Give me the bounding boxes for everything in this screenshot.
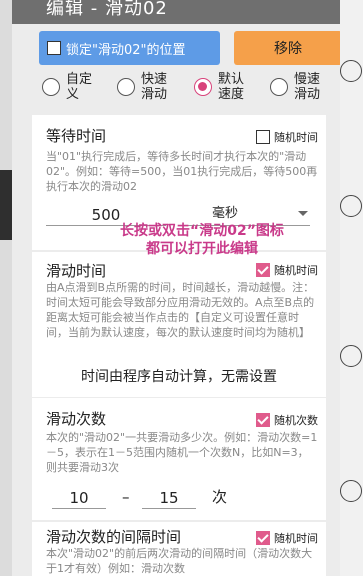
checkbox[interactable] bbox=[256, 413, 270, 427]
interval-card: 滑动次数的间隔时间 随机时间 本次"滑动02"的前后两次滑动的间隔时间（滑动次数… bbox=[32, 522, 326, 576]
slide-count-title: 滑动次数 bbox=[46, 410, 107, 428]
slide-count-card: 滑动次数 随机次数 本次的"滑动02"一共要滑动多少次。例如：滑动次数=1－5，… bbox=[32, 398, 326, 520]
radio-dot[interactable] bbox=[42, 78, 60, 96]
radio-dot[interactable] bbox=[270, 78, 288, 96]
checkbox-label: 随机次数 bbox=[274, 414, 318, 427]
hint-line-1: 长按或双击“滑动02”图标 bbox=[120, 223, 284, 239]
slide-time-description: 由A点滑到B点所需的时间，时间越长，滑动越慢。注：时间太短可能会导致部分应用滑动… bbox=[46, 281, 315, 339]
dialog-title: 编辑 - 滑动02 bbox=[46, 0, 168, 19]
checkbox-label: 随机时间 bbox=[274, 532, 318, 545]
interval-title: 滑动次数的间隔时间 bbox=[46, 528, 182, 546]
interval-description: 本次"滑动02"的前后两次滑动的间隔时间（滑动次数大于1才有效）例如：滑动次数 bbox=[46, 547, 313, 575]
remove-button[interactable]: 移除 bbox=[234, 31, 340, 65]
range-dash: – bbox=[122, 488, 130, 506]
radio-fast[interactable]: 快速 滑动 bbox=[117, 72, 167, 102]
slide-count-random-checkbox[interactable]: 随机次数 bbox=[256, 412, 318, 428]
radio-dot[interactable] bbox=[117, 78, 135, 96]
interval-random-checkbox[interactable]: 随机时间 bbox=[256, 530, 318, 546]
checkbox[interactable] bbox=[256, 130, 270, 144]
lock-position-label: 锁定"滑动02"的位置 bbox=[66, 42, 186, 58]
checkbox-label: 随机时间 bbox=[274, 131, 318, 144]
wait-random-checkbox[interactable]: 随机时间 bbox=[256, 129, 318, 145]
radio-custom[interactable]: 自定义 bbox=[42, 72, 92, 102]
radio-dot-selected[interactable] bbox=[194, 78, 212, 96]
checkbox[interactable] bbox=[256, 263, 270, 277]
radio-slow[interactable]: 慢速 滑动 bbox=[270, 72, 320, 102]
slide-count-description: 本次的"滑动02"一共要滑动多少次。例如：滑动次数=1－5，表示在1－5范围内随… bbox=[46, 431, 318, 474]
chevron-down-icon bbox=[298, 211, 308, 216]
radio-label: 快速 滑动 bbox=[141, 72, 168, 102]
wait-unit-value: 毫秒 bbox=[212, 206, 239, 221]
background-app-edge bbox=[0, 170, 12, 240]
wait-time-description: 当"01"执行完成后，等待多长时间才执行本次的"滑动02"。例如：等待=500，… bbox=[46, 150, 318, 193]
slide-time-auto-text: 时间由程序自动计算，无需设置 bbox=[81, 369, 277, 385]
edit-dialog: 编辑 - 滑动02 锁定"滑动02"的位置 移除 自定义 快速 滑动 默认 速度 慢… bbox=[12, 0, 340, 576]
background-marker-icon bbox=[340, 60, 362, 82]
background-marker-icon bbox=[340, 345, 362, 367]
radio-default[interactable]: 默认 速度 bbox=[194, 72, 244, 102]
slide-count-unit: 次 bbox=[212, 488, 228, 506]
slide-time-title: 滑动时间 bbox=[46, 262, 107, 280]
background-marker-icon bbox=[340, 480, 362, 502]
hint-line-2: 都可以打开此编辑 bbox=[146, 241, 258, 257]
slide-count-max-input[interactable]: 15 bbox=[142, 488, 196, 509]
slide-time-card: 滑动时间 随机时间 由A点滑到B点所需的时间，时间越长，滑动越慢。注：时间太短可… bbox=[32, 252, 326, 397]
speed-radio-group: 自定义 快速 滑动 默认 速度 慢速 滑动 bbox=[42, 72, 340, 108]
lock-checkbox[interactable] bbox=[47, 41, 61, 55]
radio-label: 自定义 bbox=[66, 72, 93, 102]
wait-time-title: 等待时间 bbox=[46, 127, 107, 145]
lock-position-button[interactable]: 锁定"滑动02"的位置 bbox=[39, 31, 220, 65]
slide-count-min-input[interactable]: 10 bbox=[52, 488, 106, 509]
edit-hint-overlay: 长按或双击“滑动02”图标 都可以打开此编辑 bbox=[72, 222, 332, 258]
checkbox[interactable] bbox=[256, 531, 270, 545]
radio-label: 默认 速度 bbox=[218, 72, 245, 102]
checkbox-label: 随机时间 bbox=[274, 264, 318, 277]
radio-label: 慢速 滑动 bbox=[294, 72, 321, 102]
slide-time-random-checkbox[interactable]: 随机时间 bbox=[256, 262, 318, 278]
background-marker-icon bbox=[340, 195, 362, 217]
